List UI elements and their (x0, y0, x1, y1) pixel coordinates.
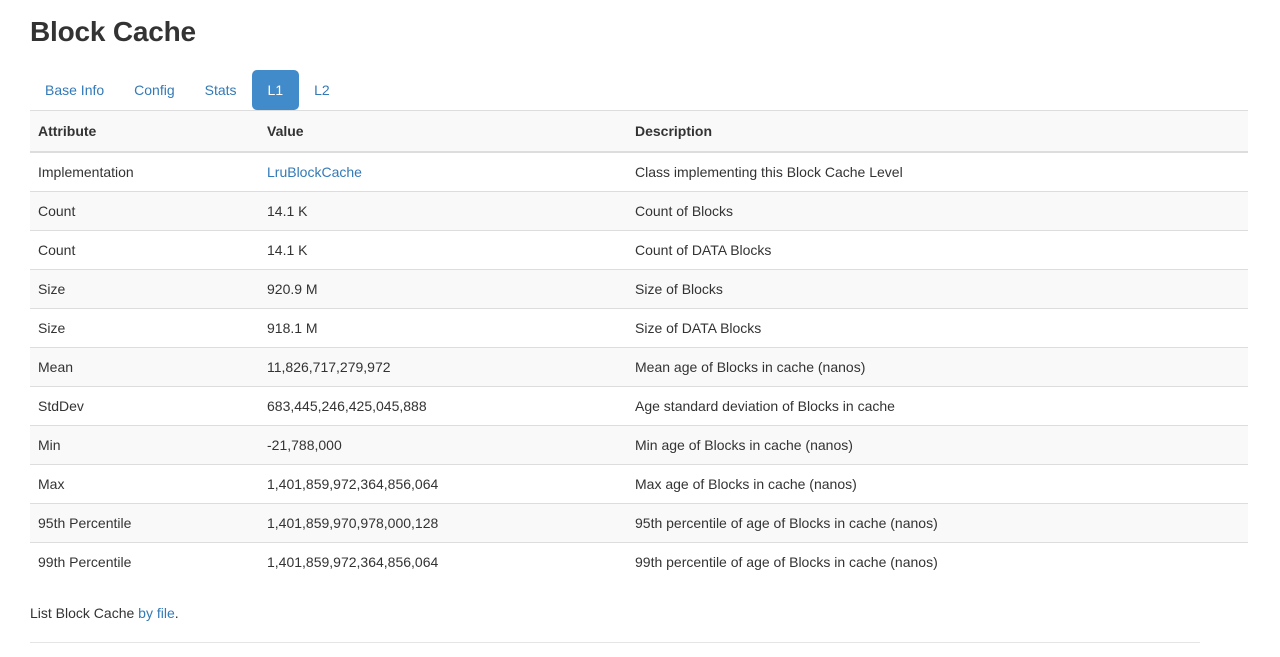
table-row: Size 918.1 M Size of DATA Blocks (30, 308, 1248, 347)
cell-value: 683,445,246,425,045,888 (259, 386, 627, 425)
cell-attribute: 99th Percentile (30, 542, 259, 581)
column-header-attribute: Attribute (30, 110, 259, 152)
cell-description: Size of Blocks (627, 269, 1248, 308)
cell-attribute: Mean (30, 347, 259, 386)
table-row: Implementation LruBlockCache Class imple… (30, 152, 1248, 192)
tab-base-info[interactable]: Base Info (30, 70, 119, 110)
tab-config[interactable]: Config (119, 70, 189, 110)
column-header-description: Description (627, 110, 1248, 152)
table-row: Size 920.9 M Size of Blocks (30, 269, 1248, 308)
page-title: Block Cache (15, 0, 1265, 48)
cell-value: 920.9 M (259, 269, 627, 308)
cell-description: Min age of Blocks in cache (nanos) (627, 425, 1248, 464)
cell-attribute: Implementation (30, 152, 259, 192)
cell-attribute: Size (30, 308, 259, 347)
table-row: Max 1,401,859,972,364,856,064 Max age of… (30, 464, 1248, 503)
table-header-row: Attribute Value Description (30, 110, 1248, 152)
table-row: 99th Percentile 1,401,859,972,364,856,06… (30, 542, 1248, 581)
tab-stats[interactable]: Stats (190, 70, 252, 110)
cell-attribute: StdDev (30, 386, 259, 425)
cell-value: 1,401,859,972,364,856,064 (259, 464, 627, 503)
table-body: Implementation LruBlockCache Class imple… (30, 152, 1248, 581)
tab-stats-link[interactable]: Stats (190, 70, 252, 110)
table-row: Min -21,788,000 Min age of Blocks in cac… (30, 425, 1248, 464)
cell-attribute: 95th Percentile (30, 503, 259, 542)
cell-value: -21,788,000 (259, 425, 627, 464)
page-container: Block Cache Base Info Config Stats L1 L2… (0, 0, 1280, 643)
footer-text-after: . (175, 605, 179, 621)
cell-attribute: Count (30, 230, 259, 269)
table-row: 95th Percentile 1,401,859,970,978,000,12… (30, 503, 1248, 542)
cell-description: Count of DATA Blocks (627, 230, 1248, 269)
cell-description: Class implementing this Block Cache Leve… (627, 152, 1248, 192)
cell-description: Count of Blocks (627, 191, 1248, 230)
table-row: Mean 11,826,717,279,972 Mean age of Bloc… (30, 347, 1248, 386)
cell-attribute: Min (30, 425, 259, 464)
tab-l2[interactable]: L2 (299, 70, 345, 110)
cell-attribute: Count (30, 191, 259, 230)
tab-l1[interactable]: L1 (252, 70, 300, 110)
table-row: Count 14.1 K Count of Blocks (30, 191, 1248, 230)
cell-description: 99th percentile of age of Blocks in cach… (627, 542, 1248, 581)
cell-value: 14.1 K (259, 191, 627, 230)
tab-base-info-link[interactable]: Base Info (30, 70, 119, 110)
cell-description: Size of DATA Blocks (627, 308, 1248, 347)
table-head: Attribute Value Description (30, 110, 1248, 152)
tab-bar: Base Info Config Stats L1 L2 (30, 68, 1265, 110)
cell-attribute: Max (30, 464, 259, 503)
bottom-divider (30, 642, 1200, 643)
block-cache-table: Attribute Value Description Implementati… (30, 110, 1248, 581)
block-cache-table-wrapper: Attribute Value Description Implementati… (30, 110, 1200, 581)
cell-value: 1,401,859,970,978,000,128 (259, 503, 627, 542)
column-header-value: Value (259, 110, 627, 152)
cell-value: 11,826,717,279,972 (259, 347, 627, 386)
tab-l2-link[interactable]: L2 (299, 70, 345, 110)
footer-text-before: List Block Cache (30, 605, 138, 621)
cell-value: LruBlockCache (259, 152, 627, 192)
cell-description: Max age of Blocks in cache (nanos) (627, 464, 1248, 503)
tab-l1-link[interactable]: L1 (252, 70, 300, 110)
cell-value: 1,401,859,972,364,856,064 (259, 542, 627, 581)
cell-value: 14.1 K (259, 230, 627, 269)
cell-attribute: Size (30, 269, 259, 308)
cell-value: 918.1 M (259, 308, 627, 347)
table-row: StdDev 683,445,246,425,045,888 Age stand… (30, 386, 1248, 425)
table-row: Count 14.1 K Count of DATA Blocks (30, 230, 1248, 269)
cell-description: Mean age of Blocks in cache (nanos) (627, 347, 1248, 386)
cell-description: Age standard deviation of Blocks in cach… (627, 386, 1248, 425)
implementation-class-link[interactable]: LruBlockCache (267, 164, 362, 180)
by-file-link[interactable]: by file (138, 605, 175, 621)
tab-config-link[interactable]: Config (119, 70, 189, 110)
cell-description: 95th percentile of age of Blocks in cach… (627, 503, 1248, 542)
footer-note: List Block Cache by file. (30, 603, 1265, 623)
